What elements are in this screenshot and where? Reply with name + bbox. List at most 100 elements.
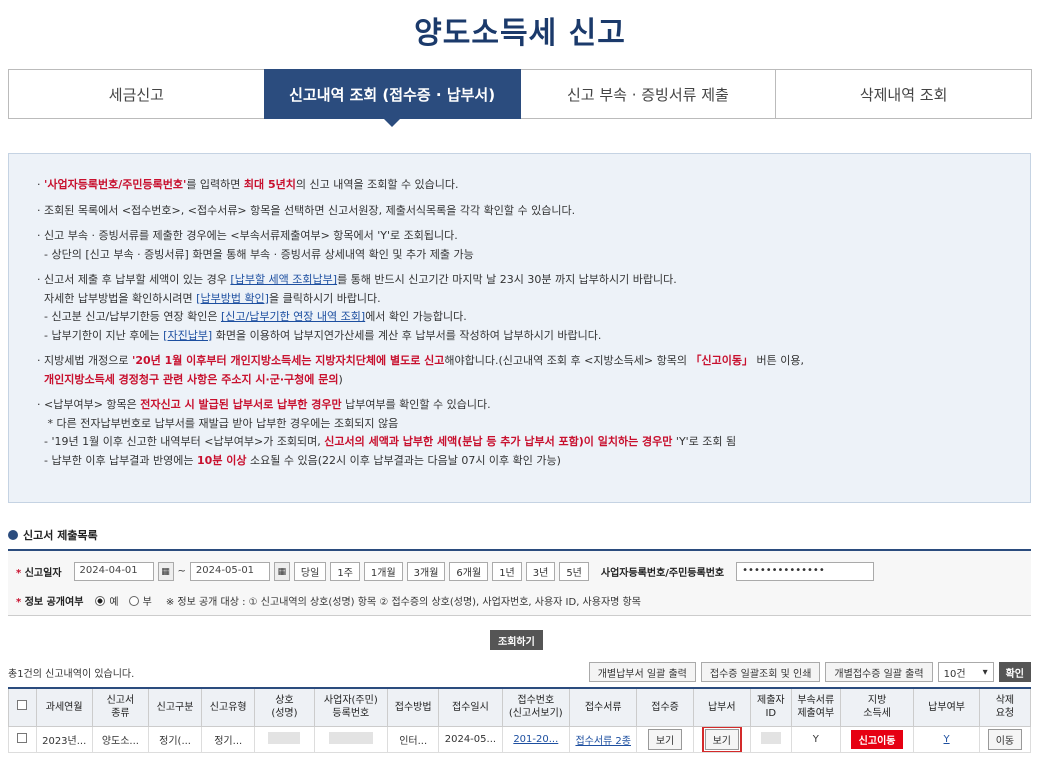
column-header: 접수번호 (신고서보기) <box>501 687 571 727</box>
notice-text: 개인지방소득세 경정청구 관련 사항은 주소지 시·군·구청에 문의 <box>44 372 339 386</box>
period-today-button[interactable]: 당일 <box>293 562 327 581</box>
column-header: 신고구분 <box>147 687 203 727</box>
table-row: 2023년... 양도소... 정기(... 정기... 인터... 2024-… <box>8 725 1032 753</box>
notice-text: 에서 확인 가능합니다. <box>365 310 467 323</box>
delete-request-button[interactable]: 이동 <box>987 728 1023 750</box>
period-1month-button[interactable]: 1개월 <box>363 562 403 581</box>
notice-text: 10분 이상 <box>197 453 247 467</box>
view-receipt-button[interactable]: 보기 <box>647 728 683 750</box>
biz-number-input[interactable]: •••••••••••••• <box>736 562 875 581</box>
notice-text: - 납부한 이후 납부결과 반영에는 <box>44 453 198 467</box>
notice-text: 지방세법 개정으로 <box>44 354 132 367</box>
column-header: 부속서류 제출여부 <box>790 687 841 727</box>
page-size-select[interactable]: 10건 ▾ <box>937 662 994 682</box>
info-public-label: * 정보 공개여부 <box>16 597 84 608</box>
date-to-input[interactable]: 2024-05-01 <box>189 562 270 581</box>
column-header: 사업자(주민) 등록번호 <box>313 687 389 727</box>
header-select-all[interactable] <box>8 687 37 727</box>
tab-filing-history[interactable]: 신고내역 조회 (접수증 · 납부서) <box>263 69 521 127</box>
receipt-number-link[interactable]: 201-20... <box>513 734 558 745</box>
tab-tax-filing[interactable]: 세금신고 <box>8 69 265 119</box>
notice-text: 조회된 목록에서 <접수번호>, <접수서류> 항목을 선택하면 신고서원장, … <box>44 203 576 217</box>
search-panel: * 신고일자 2024-04-01 ▦ ~ 2024-05-01 ▦ 당일 1주… <box>8 549 1031 616</box>
period-5year-button[interactable]: 5년 <box>559 562 589 581</box>
notice-text: <납부여부> 항목은 <box>44 398 141 411</box>
radio-yes[interactable] <box>95 595 106 606</box>
tab-deleted-history[interactable]: 삭제내역 조회 <box>775 69 1032 119</box>
notice-text: 최대 5년치 <box>243 178 296 191</box>
notice-text: '20년 1월 이후부터 개인지방소득세는 지방자치단체에 별도로 신고 <box>131 354 445 367</box>
notice-text: 납부여부를 확인할 수 있습니다. <box>341 398 491 411</box>
info-public-note: ※ 정보 공개 대상 : ① 신고내역의 상호(성명) 항목 ② 접수증의 상호… <box>165 597 641 608</box>
notice-text: - '19년 1월 이후 신고한 내역부터 <납부여부>가 조회되며, <box>44 435 325 448</box>
column-header: 과세연월 <box>35 687 93 727</box>
notice-text: 해야합니다.(신고내역 조회 후 <지방소득세> 항목의 <box>444 354 691 367</box>
column-header: 지방 소득세 <box>839 687 915 727</box>
result-count: 총1건의 신고내역이 있습니다. <box>8 669 135 680</box>
column-header: 접수증 <box>636 687 694 727</box>
notice-box: · '사업자등록번호/주민등록번호'를 입력하면 최대 5년치의 신고 내역을 … <box>8 153 1031 503</box>
page-size-value: 10건 <box>943 668 966 680</box>
period-3year-button[interactable]: 3년 <box>525 562 556 581</box>
date-from-input[interactable]: 2024-04-01 <box>73 562 154 581</box>
notice-text: * 다른 전자납부번호로 납부서를 재발급 받아 납부한 경우에는 조회되지 않… <box>47 416 399 430</box>
column-header: 신고서 종류 <box>91 687 150 727</box>
view-payment-slip-button[interactable]: 보기 <box>701 727 743 751</box>
notice-text: ) <box>338 372 343 386</box>
cell-kind: 양도소... <box>91 725 150 753</box>
masked-submitter-id <box>760 731 781 744</box>
notice-text: 신고 부속 · 증빙서류를 제출한 경우에는 <부속서류제출여부> 항목에서 '… <box>44 229 458 242</box>
radio-no[interactable] <box>128 595 139 606</box>
row-checkbox[interactable] <box>17 732 28 743</box>
calendar-icon[interactable]: ▦ <box>273 562 290 581</box>
date-label: * 신고일자 <box>16 568 62 579</box>
column-header: 상호 (성명) <box>254 687 315 727</box>
notice-text: - 납부기한이 지난 후에는 <box>44 328 164 342</box>
notice-text: - 신고분 신고/납부기한등 연장 확인은 <box>44 310 221 323</box>
bulk-receipt-print-button[interactable]: 접수증 일괄조회 및 인쇄 <box>700 662 821 682</box>
section-title: 신고서 제출목록 <box>8 527 98 543</box>
cell-method: 인터... <box>387 725 440 753</box>
search-button[interactable]: 조회하기 <box>490 630 543 650</box>
notice-text: 의 신고 내역을 조회할 수 있습니다. <box>295 178 459 191</box>
column-header: 접수서류 <box>569 687 638 727</box>
bulk-payment-print-button[interactable]: 개별납부서 일괄 출력 <box>588 662 696 682</box>
local-tax-move-button[interactable]: 신고이동 <box>850 729 904 749</box>
extension-history-link[interactable]: [신고/납부기한 연장 내역 조회] <box>221 310 365 323</box>
range-separator: ~ <box>177 566 186 577</box>
pay-tax-link[interactable]: [납부할 세액 조회납부] <box>230 273 337 286</box>
period-1week-button[interactable]: 1주 <box>330 562 360 581</box>
calendar-icon[interactable]: ▦ <box>157 562 174 581</box>
masked-name <box>268 731 301 744</box>
notice-text: '사업자등록번호/주민등록번호' <box>44 178 187 191</box>
period-1year-button[interactable]: 1년 <box>492 562 522 581</box>
cell-attach: Y <box>790 725 841 753</box>
column-header: 납부서 <box>692 687 751 727</box>
submitted-docs-link[interactable]: 접수서류 2종 <box>575 736 631 747</box>
paid-status-link[interactable]: Y <box>944 734 950 745</box>
notice-text: 자세한 납부방법을 확인하시려면 <box>44 291 197 305</box>
column-header: 제출자 ID <box>749 687 792 727</box>
notice-text: 버튼 이용, <box>752 354 804 367</box>
section-title-label: 신고서 제출목록 <box>23 529 98 542</box>
period-3month-button[interactable]: 3개월 <box>406 562 446 581</box>
column-header: 신고유형 <box>201 687 256 727</box>
action-bar: 개별납부서 일괄 출력 접수증 일괄조회 및 인쇄 개별접수증 일괄 출력 10… <box>588 662 1031 682</box>
notice-text: - 상단의 [신고 부속 · 증빙서류] 화면을 통해 부속 · 증빙서류 상세… <box>44 247 474 261</box>
cell-type: 정기(... <box>147 725 203 753</box>
pay-method-link[interactable]: [납부방법 확인] <box>196 292 269 305</box>
bulk-individual-receipt-button[interactable]: 개별접수증 일괄 출력 <box>825 662 933 682</box>
cell-date: 2024-05... <box>438 725 503 753</box>
bullet-icon <box>8 530 18 540</box>
column-header: 삭제 요청 <box>978 687 1032 727</box>
tab-bar: 세금신고 신고내역 조회 (접수증 · 납부서) 신고 부속 · 증빙서류 제출… <box>8 69 1032 127</box>
radio-yes-label: 예 <box>109 597 119 608</box>
notice-text: 'Y'로 조회 됨 <box>672 435 737 448</box>
self-pay-link[interactable]: [자진납부] <box>163 329 212 342</box>
column-header: 접수일시 <box>438 687 503 727</box>
tab-attachment-submit[interactable]: 신고 부속 · 증빙서류 제출 <box>519 69 777 119</box>
period-6month-button[interactable]: 6개월 <box>449 562 489 581</box>
notice-text: 신고서의 세액과 납부한 세액(분납 등 추가 납부서 포함)이 일치하는 경우… <box>324 435 673 448</box>
select-all-checkbox[interactable] <box>17 700 28 711</box>
confirm-button[interactable]: 확인 <box>998 662 1031 682</box>
